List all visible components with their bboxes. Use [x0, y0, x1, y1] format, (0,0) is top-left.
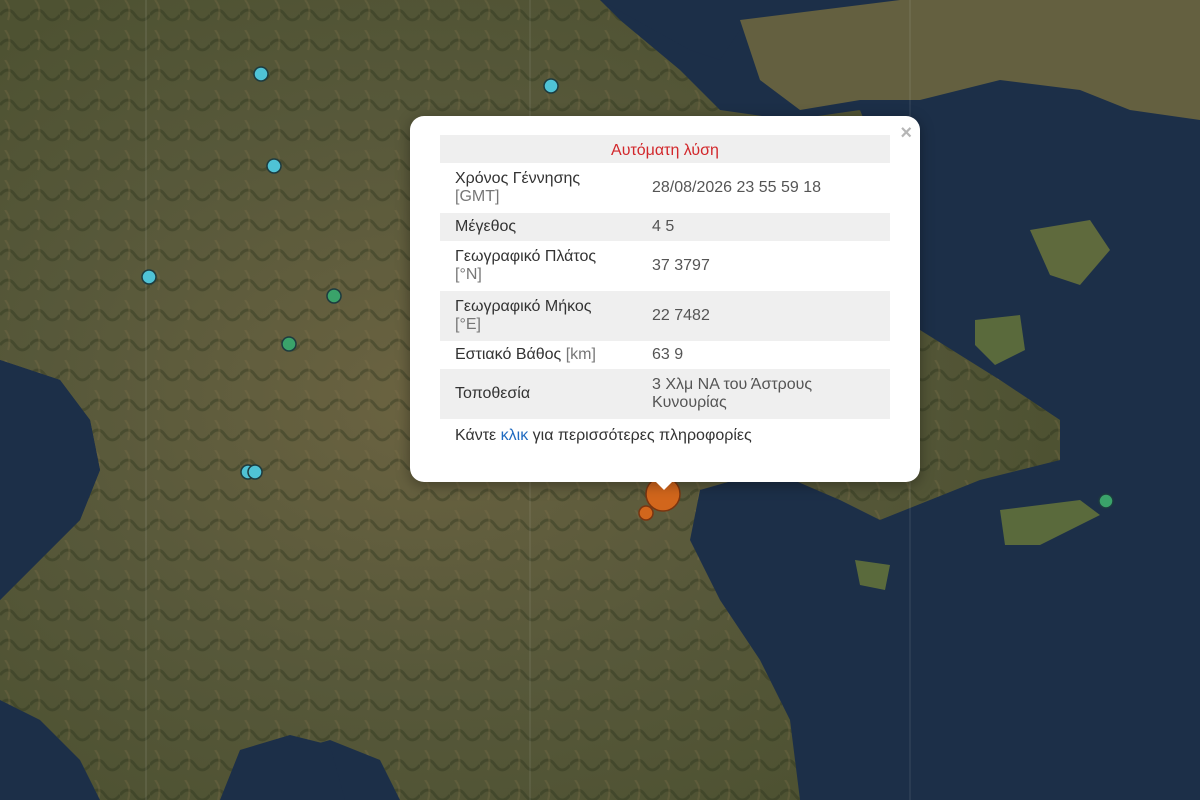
- station-marker[interactable]: [247, 464, 263, 480]
- row-key: Τοποθεσία: [440, 369, 637, 419]
- more-suffix: για περισσότερες πληροφορίες: [532, 427, 752, 444]
- station-marker[interactable]: [326, 288, 342, 304]
- station-marker[interactable]: [1098, 493, 1114, 509]
- epicenter-marker[interactable]: [638, 505, 654, 521]
- station-marker[interactable]: [253, 66, 269, 82]
- station-marker[interactable]: [266, 158, 282, 174]
- row-value: 28/08/2026 23 55 59 18: [652, 179, 822, 196]
- table-row: Χρόνος Γέννησης [GMT] 28/08/2026 23 55 59…: [440, 163, 890, 213]
- table-row: Γεωγραφικό Μήκος [°E] 22 7482: [440, 291, 890, 341]
- row-key: Χρόνος Γέννησης: [455, 170, 581, 187]
- row-value: 3 Χλμ ΝΑ του Άστρους Κυνουρίας: [637, 369, 890, 419]
- more-prefix: Κάντε: [455, 427, 497, 444]
- row-unit: [°E]: [455, 316, 481, 333]
- row-value: 22 7482: [637, 291, 890, 341]
- row-value: 37 3797: [652, 257, 710, 274]
- close-icon[interactable]: ×: [900, 121, 912, 145]
- row-key: Μέγεθος: [440, 213, 637, 241]
- row-unit: [GMT]: [455, 188, 500, 205]
- info-table: Χρόνος Γέννησης [GMT] 28/08/2026 23 55 59…: [440, 163, 890, 419]
- table-row: Τοποθεσία 3 Χλμ ΝΑ του Άστρους Κυνουρίας: [440, 369, 890, 419]
- table-row: Μέγεθος 4 5: [440, 213, 890, 241]
- popup-title: Αυτόματη λύση: [440, 135, 890, 163]
- table-row: Εστιακό Βάθος [km] 63 9: [440, 341, 890, 369]
- row-key: Εστιακό Βάθος: [455, 346, 562, 363]
- earthquake-popup: × Αυτόματη λύση Χρόνος Γέννησης [GMT] 28/…: [410, 116, 920, 482]
- row-key: Γεωγραφικό Μήκος: [455, 298, 592, 315]
- station-marker[interactable]: [281, 336, 297, 352]
- station-marker[interactable]: [543, 78, 559, 94]
- row-value: 63 9: [652, 346, 684, 363]
- row-unit: [km]: [565, 346, 596, 363]
- row-unit: [°N]: [455, 266, 482, 283]
- row-key: Γεωγραφικό Πλάτος: [455, 248, 597, 265]
- table-row: Γεωγραφικό Πλάτος [°N] 37 3797: [440, 241, 890, 291]
- station-marker[interactable]: [141, 269, 157, 285]
- more-info-link[interactable]: κλικ: [501, 427, 529, 444]
- popup-tip: [654, 480, 674, 490]
- more-info-line: Κάντε κλικ για περισσότερες πληροφορίες: [440, 419, 890, 445]
- row-value: 4 5: [637, 213, 890, 241]
